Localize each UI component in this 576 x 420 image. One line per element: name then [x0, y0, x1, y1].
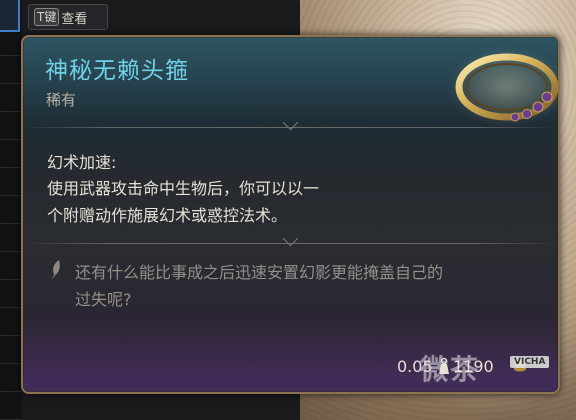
ability-description: 使用武器攻击命中生物后，你可以以一 个附赠动作施展幻术或惑控法术。	[47, 175, 407, 229]
watermark-badge: VICHA	[510, 356, 550, 368]
inspect-hint[interactable]: T键 查看	[28, 4, 108, 30]
flavor-line-1: 还有什么能比事成之后迅速安置幻影更能掩盖自己的	[75, 263, 444, 282]
inventory-slot-selected[interactable]	[0, 0, 20, 32]
flavor-line-2: 过失呢?	[75, 290, 132, 309]
inspect-label: 查看	[61, 11, 88, 27]
item-title: 神秘无赖头箍	[45, 58, 189, 84]
keybind-t-icon: T键	[34, 8, 60, 26]
inventory-grid-strip	[0, 0, 22, 420]
flavor-text: 还有什么能比事成之后迅速安置幻影更能掩盖自己的 过失呢?	[75, 259, 545, 313]
item-rarity: 稀有	[46, 91, 77, 109]
ability-name: 幻术加速:	[47, 153, 117, 172]
ability-desc-line-1: 使用武器攻击命中生物后，你可以以一	[47, 179, 320, 198]
ring-circlet-icon	[447, 47, 558, 127]
watermark-logo: 微茶	[420, 353, 481, 386]
ability-desc-line-2: 个附赠动作施展幻术或惑控法术。	[47, 206, 288, 225]
quill-icon	[52, 260, 60, 280]
item-tooltip: 神秘无赖头箍 稀有 幻术加速: 使用武器攻击命中生物后，你可以以一 个附赠动作施…	[21, 35, 560, 394]
